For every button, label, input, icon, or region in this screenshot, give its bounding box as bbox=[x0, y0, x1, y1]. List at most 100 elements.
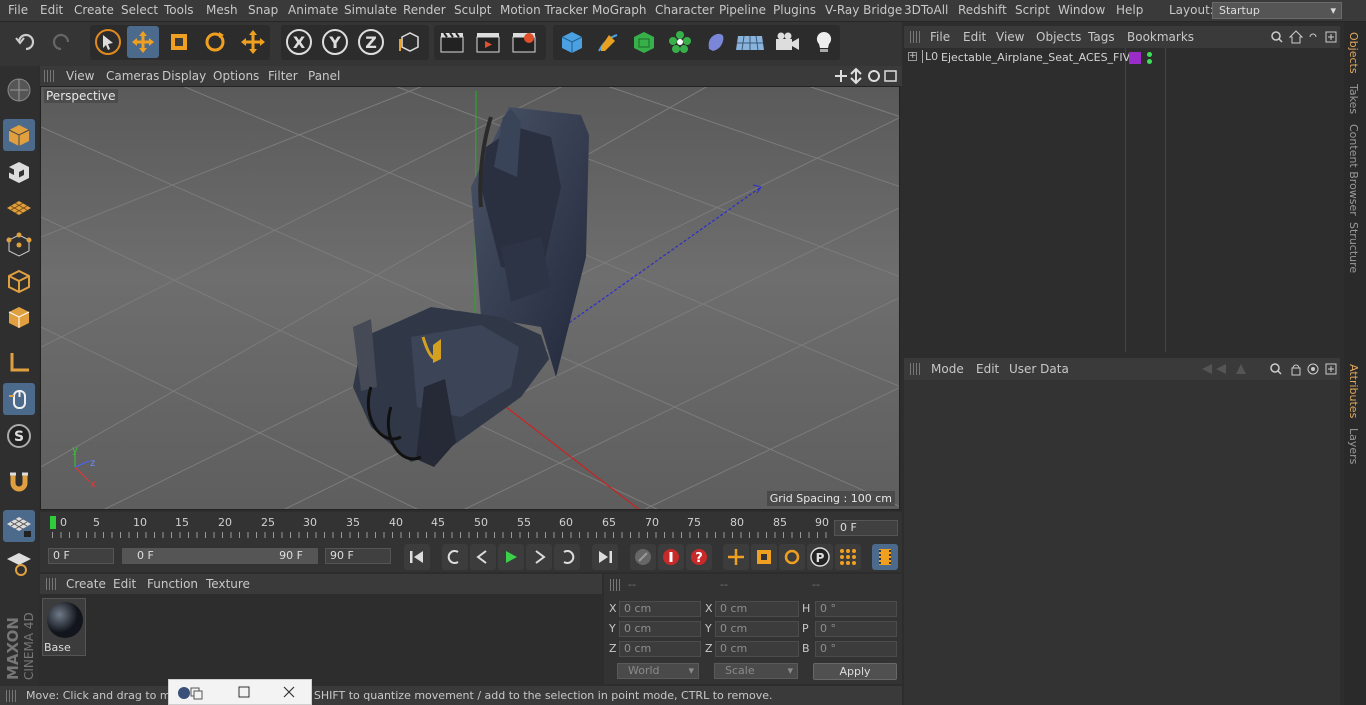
move-tool-button[interactable] bbox=[127, 26, 159, 58]
timeline-window-button[interactable] bbox=[872, 544, 898, 570]
maximize-icon[interactable] bbox=[238, 686, 250, 698]
key-rotation-button[interactable] bbox=[779, 544, 805, 570]
keyframe-selection-button[interactable]: ? bbox=[686, 544, 712, 570]
pos-z-field[interactable]: 0 cm bbox=[619, 641, 701, 657]
tweak-mode-button[interactable] bbox=[3, 383, 35, 415]
menu-help[interactable]: Help bbox=[1116, 3, 1143, 17]
menu-window[interactable]: Window bbox=[1058, 3, 1105, 17]
editor-visibility-dot[interactable] bbox=[1147, 52, 1152, 57]
attributes-menu-user-data[interactable]: User Data bbox=[1009, 362, 1069, 376]
frame-range-slider[interactable]: 0 F 90 F bbox=[122, 548, 318, 564]
attribute-manager-tools[interactable] bbox=[1200, 362, 1338, 376]
menu-script[interactable]: Script bbox=[1015, 3, 1050, 17]
viewport-menu-panel[interactable]: Panel bbox=[308, 69, 340, 83]
key-pla-button[interactable] bbox=[835, 544, 861, 570]
tab-content-browser[interactable]: Content Browser bbox=[1347, 124, 1360, 216]
objects-menu-tags[interactable]: Tags bbox=[1088, 30, 1115, 44]
size-mode-select[interactable]: Scale ▾ bbox=[714, 663, 798, 679]
pos-x-field[interactable]: 0 cm bbox=[619, 601, 701, 617]
render-view-button[interactable] bbox=[436, 26, 468, 58]
perspective-viewport[interactable]: y z x Perspective Grid Spacing : 100 cm bbox=[40, 86, 900, 510]
size-z-field[interactable]: 0 cm bbox=[715, 641, 799, 657]
menu-select[interactable]: Select bbox=[121, 3, 158, 17]
tab-layers[interactable]: Layers bbox=[1347, 428, 1360, 464]
viewport-menu-display[interactable]: Display bbox=[162, 69, 206, 83]
cloner-button[interactable] bbox=[664, 26, 696, 58]
menu-redshift[interactable]: Redshift bbox=[958, 3, 1007, 17]
attributes-menu-mode[interactable]: Mode bbox=[931, 362, 964, 376]
key-parameter-button[interactable]: P bbox=[807, 544, 833, 570]
polygons-mode-button[interactable] bbox=[3, 301, 35, 333]
objects-menu-file[interactable]: File bbox=[930, 30, 950, 44]
edges-mode-button[interactable] bbox=[3, 265, 35, 297]
play-button[interactable] bbox=[498, 544, 524, 570]
rot-h-field[interactable]: 0 ° bbox=[815, 601, 897, 617]
next-key-button[interactable] bbox=[554, 544, 580, 570]
pos-y-field[interactable]: 0 cm bbox=[619, 621, 701, 637]
menu-3dtoall[interactable]: 3DToAll bbox=[904, 3, 948, 17]
render-settings-button[interactable] bbox=[508, 26, 540, 58]
axis-mode-button[interactable] bbox=[3, 347, 35, 379]
tree-row[interactable]: + L0 Ejectable_Airplane_Seat_ACES_FIVE bbox=[904, 50, 1340, 68]
render-picture-viewer-button[interactable] bbox=[472, 26, 504, 58]
objects-menu-bookmarks[interactable]: Bookmarks bbox=[1127, 30, 1194, 44]
tab-structure[interactable]: Structure bbox=[1347, 222, 1360, 273]
material-menu-function[interactable]: Function bbox=[147, 577, 198, 591]
coordinate-system-button[interactable] bbox=[393, 26, 425, 58]
tab-attributes[interactable]: Attributes bbox=[1347, 364, 1360, 418]
attributes-menu-edit[interactable]: Edit bbox=[976, 362, 999, 376]
go-to-start-button[interactable] bbox=[404, 544, 430, 570]
coordinate-space-select[interactable]: World ▾ bbox=[617, 663, 699, 679]
live-select-button[interactable] bbox=[237, 26, 269, 58]
layer-color-swatch[interactable] bbox=[1129, 52, 1141, 64]
next-frame-button[interactable] bbox=[526, 544, 552, 570]
viewport-nav-icons[interactable] bbox=[834, 68, 900, 84]
layout-select[interactable]: Startup ▾ bbox=[1212, 2, 1342, 19]
menu-mograph[interactable]: MoGraph bbox=[592, 3, 647, 17]
rot-p-field[interactable]: 0 ° bbox=[815, 621, 897, 637]
key-scale-button[interactable] bbox=[751, 544, 777, 570]
undo-button[interactable] bbox=[10, 26, 42, 58]
menu-render[interactable]: Render bbox=[403, 3, 446, 17]
menu-snap[interactable]: Snap bbox=[248, 3, 278, 17]
menu-plugins[interactable]: Plugins bbox=[773, 3, 816, 17]
previous-key-button[interactable] bbox=[442, 544, 468, 570]
menu-simulate[interactable]: Simulate bbox=[344, 3, 397, 17]
floor-button[interactable] bbox=[734, 26, 766, 58]
make-editable-button[interactable] bbox=[3, 74, 35, 106]
rot-b-field[interactable]: 0 ° bbox=[815, 641, 897, 657]
go-to-end-button[interactable] bbox=[592, 544, 618, 570]
expand-plus-icon[interactable]: + bbox=[908, 52, 917, 61]
material-menu-edit[interactable]: Edit bbox=[113, 577, 136, 591]
select-tool-button[interactable] bbox=[92, 26, 124, 58]
start-frame-field[interactable]: 0 F bbox=[48, 548, 114, 564]
menu-mesh[interactable]: Mesh bbox=[206, 3, 238, 17]
object-name[interactable]: Ejectable_Airplane_Seat_ACES_FIVE bbox=[941, 51, 1137, 64]
objects-menu-edit[interactable]: Edit bbox=[963, 30, 986, 44]
menu-create[interactable]: Create bbox=[74, 3, 114, 17]
y-axis-lock-button[interactable]: Y bbox=[319, 26, 351, 58]
menu-edit[interactable]: Edit bbox=[40, 3, 63, 17]
tab-takes[interactable]: Takes bbox=[1347, 84, 1360, 114]
snap-toggle-button[interactable] bbox=[3, 466, 35, 498]
z-axis-lock-button[interactable]: Z bbox=[355, 26, 387, 58]
end-frame-field[interactable]: 90 F bbox=[325, 548, 391, 564]
key-position-button[interactable] bbox=[723, 544, 749, 570]
menu-motion-tracker[interactable]: Motion Tracker bbox=[500, 3, 588, 17]
points-mode-button[interactable] bbox=[3, 229, 35, 261]
viewport-menu-view[interactable]: View bbox=[66, 69, 94, 83]
menu-animate[interactable]: Animate bbox=[288, 3, 338, 17]
autokeying-button[interactable] bbox=[658, 544, 684, 570]
taskbar-thumbnail-popup[interactable] bbox=[168, 679, 312, 705]
pen-spline-button[interactable] bbox=[592, 26, 624, 58]
object-manager-tools[interactable] bbox=[1270, 30, 1338, 44]
record-keys-button[interactable] bbox=[630, 544, 656, 570]
render-visibility-dot[interactable] bbox=[1147, 59, 1152, 64]
objects-menu-objects[interactable]: Objects bbox=[1036, 30, 1081, 44]
workplane-lock-button[interactable] bbox=[3, 510, 35, 542]
previous-frame-button[interactable] bbox=[470, 544, 496, 570]
size-x-field[interactable]: 0 cm bbox=[715, 601, 799, 617]
objects-menu-view[interactable]: View bbox=[996, 30, 1024, 44]
menu-sculpt[interactable]: Sculpt bbox=[454, 3, 491, 17]
viewport-menu-cameras[interactable]: Cameras bbox=[106, 69, 159, 83]
